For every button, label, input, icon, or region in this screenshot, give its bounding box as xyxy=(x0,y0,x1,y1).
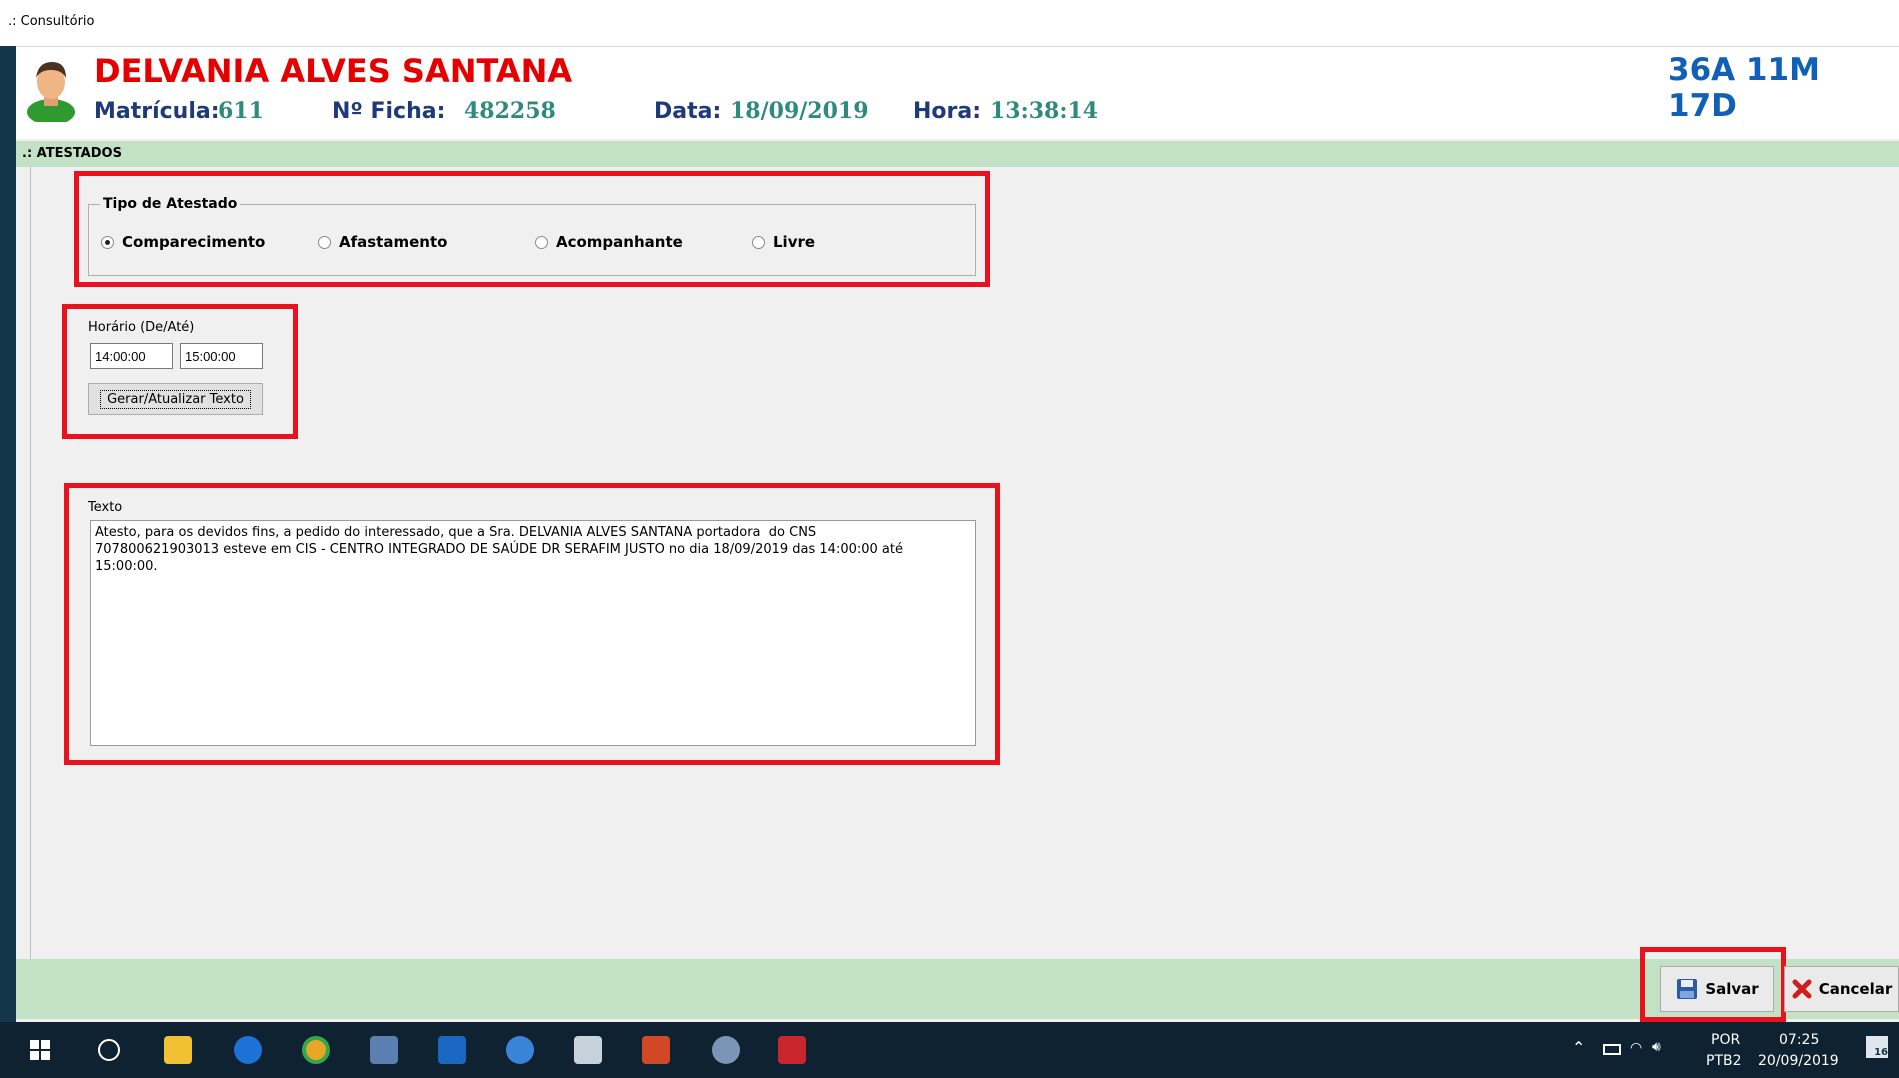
package-app-icon[interactable] xyxy=(574,1036,602,1064)
notification-count: 16 xyxy=(1874,1047,1888,1058)
section-bar xyxy=(16,141,1899,167)
chat-app-icon[interactable] xyxy=(506,1036,534,1064)
wifi-icon[interactable]: ◠ xyxy=(1630,1040,1642,1056)
consultorio-app-icon[interactable] xyxy=(778,1036,806,1064)
powerpoint-icon[interactable] xyxy=(642,1036,670,1064)
hora-label: Hora: xyxy=(913,99,982,124)
title-bar xyxy=(0,0,1899,46)
patient-avatar-icon xyxy=(26,56,76,125)
window-frame xyxy=(0,46,16,1022)
paint-icon[interactable] xyxy=(712,1036,740,1064)
highlight-texto xyxy=(64,483,1000,765)
highlight-tipo-atestado xyxy=(74,171,990,287)
clock-date[interactable]: 20/09/2019 xyxy=(1758,1053,1839,1069)
cancel-button[interactable]: Cancelar xyxy=(1784,966,1899,1012)
file-explorer-icon[interactable] xyxy=(164,1036,192,1064)
action-bar xyxy=(16,959,1899,1019)
users-app-icon[interactable] xyxy=(370,1036,398,1064)
ficha-value: 482258 xyxy=(464,98,556,124)
language-secondary[interactable]: PTB2 xyxy=(1706,1053,1742,1069)
ficha-label: Nº Ficha: xyxy=(332,99,446,124)
chrome-icon[interactable] xyxy=(302,1036,330,1064)
hora-value: 13:38:14 xyxy=(990,98,1099,124)
highlight-save xyxy=(1640,947,1786,1022)
matricula-label: Matrícula: xyxy=(94,99,220,124)
language-primary[interactable]: POR xyxy=(1711,1032,1740,1048)
outlook-icon[interactable] xyxy=(438,1036,466,1064)
windows-start-icon[interactable] xyxy=(30,1040,50,1064)
volume-icon[interactable]: 🔊︎ xyxy=(1652,1039,1661,1055)
window-title: .: Consultório xyxy=(8,14,95,29)
matricula-value: 611 xyxy=(218,98,264,124)
x-icon xyxy=(1792,979,1812,999)
battery-icon[interactable] xyxy=(1603,1044,1621,1055)
patient-name: DELVANIA ALVES SANTANA xyxy=(94,52,573,90)
search-icon[interactable] xyxy=(98,1039,120,1061)
patient-age: 36A 11M 17D xyxy=(1668,52,1820,124)
edge-icon[interactable] xyxy=(234,1036,262,1064)
data-value: 18/09/2019 xyxy=(730,98,869,124)
section-title: .: ATESTADOS xyxy=(22,146,122,161)
highlight-horario xyxy=(62,304,298,439)
tray-chevron-icon[interactable]: ⌃ xyxy=(1572,1038,1585,1057)
notification-icon[interactable]: 16 xyxy=(1866,1036,1888,1058)
clock-time[interactable]: 07:25 xyxy=(1779,1032,1819,1048)
cancel-label: Cancelar xyxy=(1818,980,1893,998)
data-label: Data: xyxy=(654,99,722,124)
